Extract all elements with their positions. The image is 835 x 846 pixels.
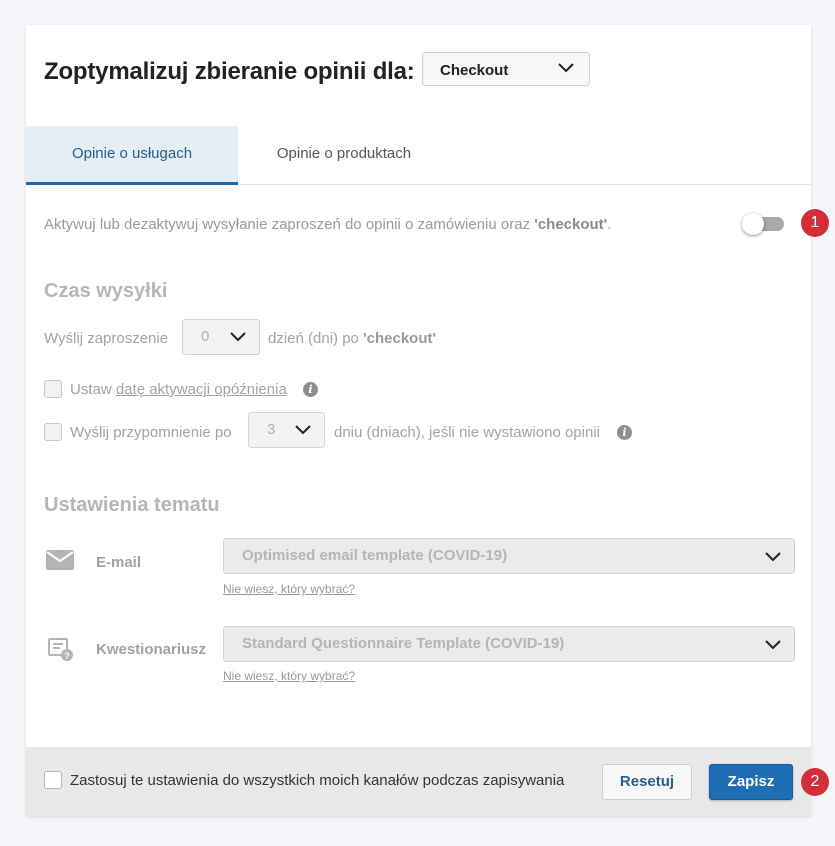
delay-checkbox[interactable] — [44, 380, 62, 398]
questionnaire-template-value: Standard Questionnaire Template (COVID-1… — [242, 635, 565, 652]
channel-select-value: Checkout — [440, 62, 509, 79]
reminder-after-label: dniu (dniach), jeśli nie wystawiono opin… — [334, 424, 600, 441]
reminder-days-value: 3 — [267, 421, 276, 438]
footer: Zastosuj te ustawienia do wszystkich moi… — [26, 747, 811, 816]
invite-after-text: dzień (dni) po 'checkout' — [268, 330, 436, 347]
email-template-value: Optimised email template (COVID-19) — [242, 547, 508, 564]
delay-activation-link[interactable]: datę aktywacji opóźnienia — [116, 381, 287, 398]
activation-toggle[interactable] — [742, 213, 784, 235]
toggle-knob — [742, 213, 764, 235]
activation-channel: 'checkout' — [534, 216, 608, 233]
info-icon[interactable]: i — [303, 382, 318, 397]
svg-text:?: ? — [64, 651, 70, 661]
step-badge-1: 1 — [801, 209, 829, 237]
chevron-down-icon — [230, 332, 246, 342]
reminder-checkbox[interactable] — [44, 423, 62, 441]
page-title: Zoptymalizuj zbieranie opinii dla: — [44, 58, 415, 85]
email-label: E-mail — [96, 554, 142, 571]
send-time-title: Czas wysyłki — [44, 280, 168, 302]
chevron-down-icon — [765, 640, 781, 650]
channel-select[interactable]: Checkout — [422, 52, 590, 86]
apply-all-label: Zastosuj te ustawienia do wszystkich moi… — [70, 772, 565, 789]
chevron-down-icon — [558, 63, 574, 73]
reminder-label: Wyślij przypomnienie po — [70, 424, 232, 441]
email-help-link[interactable]: Nie wiesz, który wybrać? — [223, 582, 355, 596]
questionnaire-template-select[interactable]: Standard Questionnaire Template (COVID-1… — [223, 626, 795, 662]
chevron-down-icon — [295, 425, 311, 435]
questionnaire-icon: ? — [48, 638, 73, 661]
activation-text: Aktywuj lub dezaktywuj wysyłanie zaprosz… — [44, 216, 611, 233]
tab-product-reviews[interactable]: Opinie o produktach — [238, 126, 450, 184]
chevron-down-icon — [765, 552, 781, 562]
questionnaire-label: Kwestionariusz — [96, 641, 207, 658]
envelope-icon — [46, 550, 74, 570]
header: Zoptymalizuj zbieranie opinii dla: Check… — [26, 25, 811, 126]
theme-settings-title: Ustawienia tematu — [44, 494, 220, 516]
invite-days-select[interactable]: 0 — [182, 319, 260, 355]
info-icon[interactable]: i — [617, 425, 632, 440]
delay-text: Ustaw datę aktywacji opóźnienia — [70, 381, 287, 398]
invite-after-label: dzień (dni) po — [268, 330, 364, 347]
reminder-days-select[interactable]: 3 — [248, 412, 325, 448]
email-template-select[interactable]: Optimised email template (COVID-19) — [223, 538, 795, 574]
tab-service-reviews[interactable]: Opinie o usługach — [26, 126, 238, 185]
activation-label: Aktywuj lub dezaktywuj wysyłanie zaprosz… — [44, 216, 535, 233]
tabs: Opinie o usługach Opinie o produktach — [26, 126, 811, 185]
step-badge-2: 2 — [801, 768, 829, 796]
apply-all-checkbox[interactable] — [44, 771, 62, 789]
activation-suffix: . — [607, 216, 612, 233]
reset-button[interactable]: Resetuj — [602, 764, 692, 800]
invite-channel: 'checkout' — [363, 330, 437, 347]
invite-label: Wyślij zaproszenie — [44, 330, 169, 347]
questionnaire-help-link[interactable]: Nie wiesz, który wybrać? — [223, 669, 355, 683]
delay-prefix: Ustaw — [70, 381, 116, 398]
settings-card: Zoptymalizuj zbieranie opinii dla: Check… — [26, 25, 811, 816]
save-button[interactable]: Zapisz — [709, 764, 793, 800]
invite-days-value: 0 — [201, 328, 210, 345]
